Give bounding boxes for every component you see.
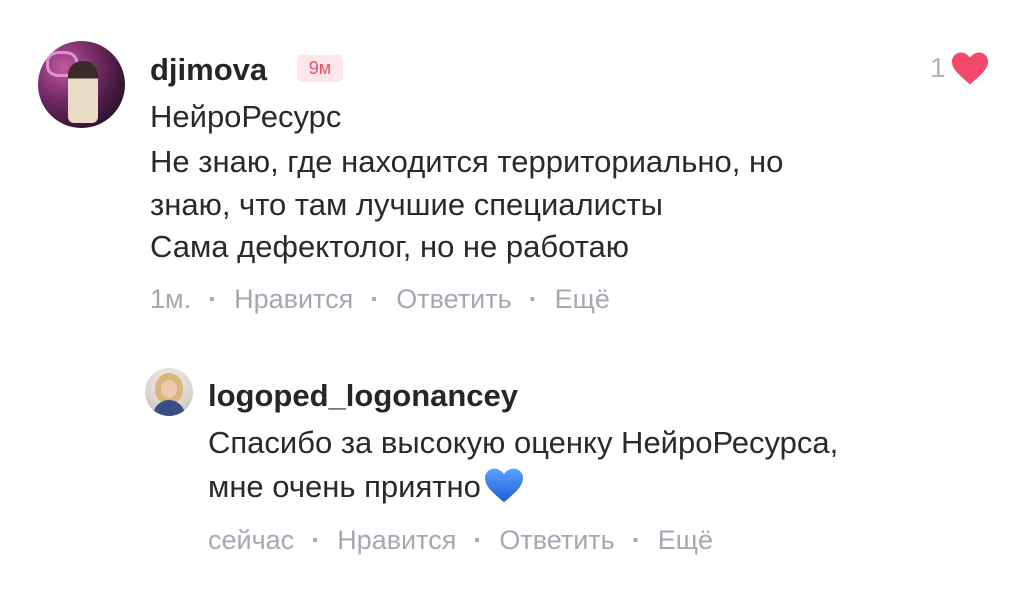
reply-text: мне очень приятно [208, 469, 481, 504]
comment-text-line: знаю, что там лучшие специалисты [150, 187, 663, 222]
reply-text-line-2: мне очень приятно [208, 466, 525, 507]
like-button[interactable]: Нравится [337, 525, 456, 556]
avatar-body [153, 400, 185, 416]
likes-counter[interactable]: 1 [930, 50, 990, 86]
separator-dot: · [311, 525, 321, 555]
reply-button[interactable]: Ответить [499, 525, 614, 556]
more-button[interactable]: Ещё [555, 284, 610, 315]
separator-dot: · [631, 525, 641, 555]
reply-actions: сейчас · Нравится · Ответить · Ещё [208, 525, 713, 556]
reply-avatar[interactable] [145, 368, 193, 416]
separator-dot: · [208, 284, 218, 314]
reply-time: сейчас [208, 525, 295, 555]
separator-dot: · [528, 284, 538, 314]
more-button[interactable]: Ещё [658, 525, 713, 556]
likes-count: 1 [930, 52, 946, 83]
separator-dot: · [473, 525, 483, 555]
reply-button[interactable]: Ответить [396, 284, 511, 315]
comment-time: 1м. [150, 284, 192, 314]
like-button[interactable]: Нравится [234, 284, 353, 315]
comment-text-line: Не знаю, где находится территориально, н… [150, 144, 784, 179]
reply-username[interactable]: logoped_logonancey [208, 378, 518, 414]
avatar-figure [68, 61, 98, 123]
heart-icon[interactable] [950, 50, 990, 86]
blue-heart-icon [484, 468, 523, 503]
comment-username[interactable]: djimova [150, 52, 267, 88]
comment-actions: 1м. · Нравится · Ответить · Ещё [150, 284, 610, 315]
avatar[interactable] [38, 41, 125, 128]
separator-dot: · [370, 284, 380, 314]
reply-text-line: Спасибо за высокую оценку НейроРесурса, [208, 425, 839, 460]
time-badge: 9м [297, 55, 343, 82]
comment-text-line: НейроРесурс [150, 99, 342, 134]
comment-text-line: Сама дефектолог, но не работаю [150, 229, 630, 264]
avatar-face [161, 380, 177, 398]
